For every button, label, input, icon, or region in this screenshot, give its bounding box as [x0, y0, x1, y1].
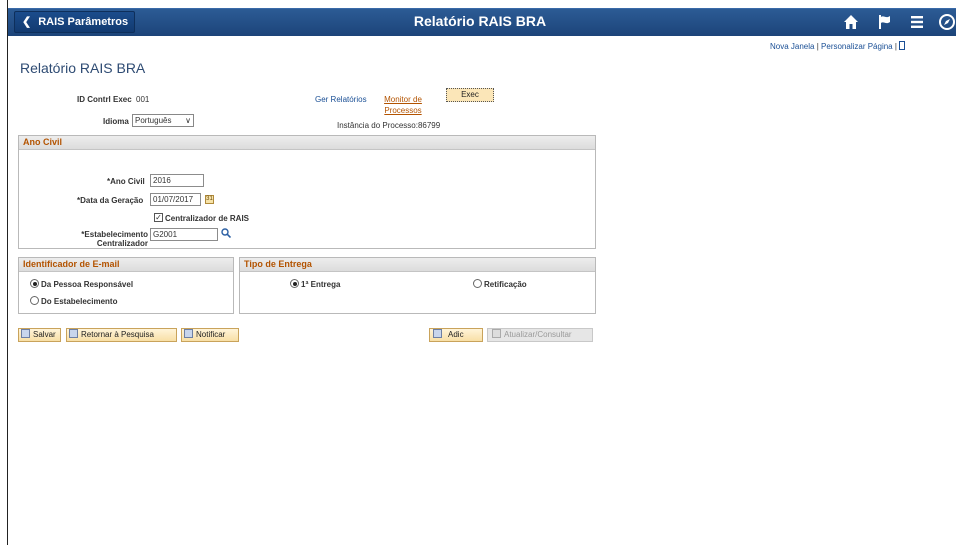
establishment-label-line-1: *Estabelecimento: [81, 230, 148, 239]
add-icon: [433, 329, 442, 338]
establishment-label: *Estabelecimento Centralizador: [77, 230, 148, 248]
notify-icon: [184, 329, 193, 338]
update-display-icon: [492, 329, 501, 338]
process-instance-value: 86799: [417, 121, 441, 130]
language-label: Idioma: [103, 117, 129, 126]
language-select[interactable]: Português ∨: [132, 114, 194, 127]
navbar-icon[interactable]: [938, 11, 956, 33]
notify-button-label: Notificar: [196, 330, 226, 339]
add-button-label: Adic: [448, 330, 464, 339]
year-input[interactable]: 2016: [150, 174, 204, 187]
process-instance-label: Instância do Processo:: [337, 121, 418, 130]
email-option-responsible-radio[interactable]: [30, 279, 39, 288]
delivery-option-first-label: 1ª Entrega: [301, 280, 341, 289]
language-select-value: Português: [135, 116, 172, 125]
app-title: Relatório RAIS BRA: [413, 13, 547, 29]
delivery-option-rectification-label: Retificação: [484, 280, 527, 289]
delivery-type-group-title: Tipo de Entrega: [240, 258, 595, 272]
centralizer-checkbox[interactable]: ✓: [154, 213, 163, 222]
chevron-down-icon: ∨: [185, 116, 191, 125]
return-to-search-label: Retornar à Pesquisa: [81, 330, 154, 339]
process-monitor-link[interactable]: Monitor de Processos: [379, 94, 427, 116]
help-icon[interactable]: [899, 41, 906, 50]
new-window-link[interactable]: Nova Janela: [770, 42, 814, 51]
add-button[interactable]: Adic: [429, 328, 483, 342]
generation-date-label: *Data da Geração: [77, 196, 144, 205]
run-control-id-label: ID Contrl Exec: [77, 95, 132, 104]
return-to-search-button[interactable]: Retornar à Pesquisa: [66, 328, 177, 342]
menu-icon[interactable]: [906, 11, 928, 33]
notify-button[interactable]: Notificar: [181, 328, 239, 342]
update-display-label: Atualizar/Consultar: [504, 330, 572, 339]
flag-icon[interactable]: [873, 11, 895, 33]
establishment-input[interactable]: G2001: [150, 228, 218, 241]
return-search-icon: [69, 329, 78, 338]
header-links: Nova Janela | Personalizar Página |: [770, 41, 956, 51]
delivery-option-rectification-radio[interactable]: [473, 279, 482, 288]
personalize-page-link[interactable]: Personalizar Página: [821, 42, 893, 51]
page-title: Relatório RAIS BRA: [20, 60, 146, 76]
establishment-label-line-2: Centralizador: [96, 239, 148, 248]
run-control-id-value: 001: [136, 95, 150, 104]
email-identifier-group-title: Identificador de E-mail: [19, 258, 233, 272]
report-manager-link[interactable]: Ger Relatórios: [315, 95, 367, 104]
delivery-option-first-radio[interactable]: [290, 279, 299, 288]
process-instance: Instância do Processo:86799: [337, 121, 440, 130]
generation-date-input[interactable]: 01/07/2017: [150, 193, 201, 206]
calendar-icon[interactable]: 31: [205, 195, 214, 204]
home-icon[interactable]: [840, 11, 862, 33]
chevron-left-icon: ❮: [22, 16, 32, 28]
ano-civil-group-title: Ano Civil: [19, 136, 595, 150]
lookup-search-icon[interactable]: [221, 228, 232, 241]
centralizer-label: Centralizador de RAIS: [165, 214, 250, 223]
back-button-label: RAIS Parâmetros: [38, 16, 129, 28]
links-separator-2: |: [894, 42, 897, 51]
save-button-label: Salvar: [33, 330, 56, 339]
links-separator: |: [816, 42, 819, 51]
back-button[interactable]: ❮ RAIS Parâmetros: [14, 11, 135, 33]
email-option-establishment-radio[interactable]: [30, 296, 39, 305]
email-option-establishment-label: Do Estabelecimento: [41, 297, 118, 306]
year-label: *Ano Civil: [107, 177, 145, 186]
save-button[interactable]: Salvar: [18, 328, 61, 342]
email-option-responsible-label: Da Pessoa Responsável: [41, 280, 134, 289]
window-frame-left-border: [7, 0, 8, 545]
run-button[interactable]: Exec: [446, 88, 494, 102]
update-display-button[interactable]: Atualizar/Consultar: [487, 328, 593, 342]
save-icon: [21, 329, 30, 338]
